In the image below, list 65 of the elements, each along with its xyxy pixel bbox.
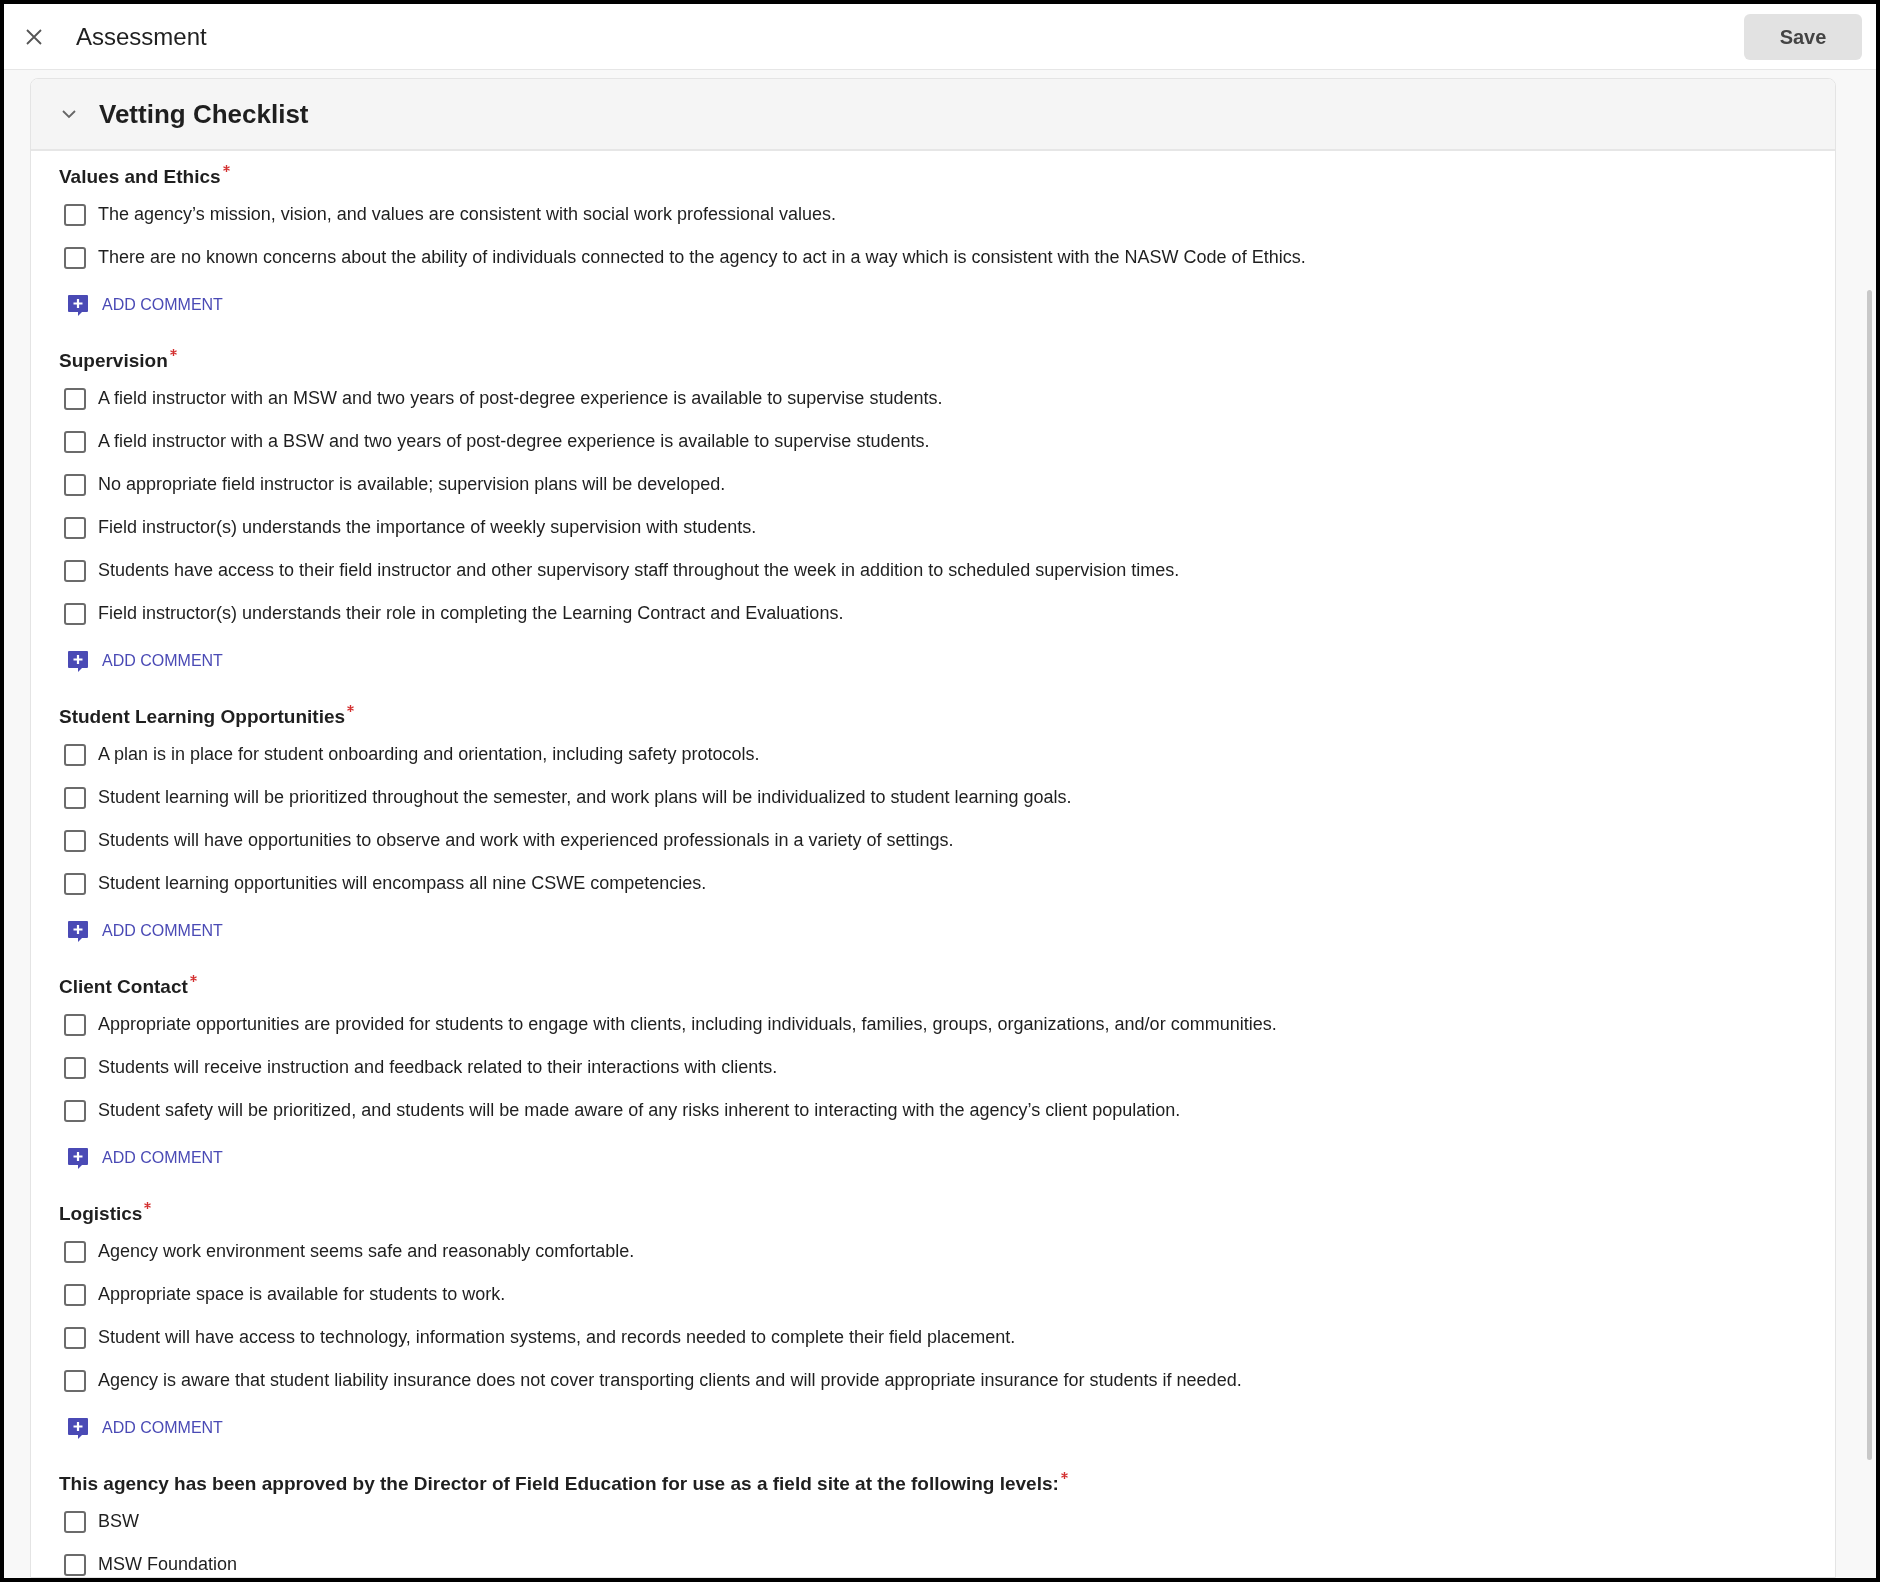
checklist-item-label: No appropriate field instructor is available; supervision plans will be developed.	[98, 473, 726, 496]
checkbox[interactable]	[64, 387, 86, 410]
section-title: Logistics	[59, 1201, 143, 1226]
checkbox[interactable]	[64, 872, 86, 895]
save-button[interactable]: Save	[1744, 13, 1862, 60]
panel-header[interactable]: Vetting Checklist	[31, 79, 1835, 151]
checklist-item-label: Appropriate space is available for students to work.	[98, 1283, 506, 1306]
checklist-item-label: Students have access to their field instructor and other supervisory staff throughout the week in addition to scheduled supervision times.	[98, 559, 1180, 582]
section-title: Values and Ethics	[59, 164, 221, 189]
checklist-item-label: Student safety will be prioritized, and students will be made aware of any risks inherent to interacting with the agency’s client population.	[98, 1099, 1181, 1122]
checklist-item-label: The agency’s mission, vision, and values are consistent with social work professional values.	[98, 203, 837, 226]
checklist-item-label: Student learning opportunities will encompass all nine CSWE competencies.	[98, 872, 707, 895]
checkbox[interactable]	[64, 246, 86, 269]
section-title: Supervision	[59, 348, 168, 373]
checkbox[interactable]	[64, 559, 86, 582]
checkbox[interactable]	[64, 1013, 86, 1036]
checkbox[interactable]	[64, 1240, 86, 1263]
close-icon[interactable]	[24, 26, 44, 47]
add-comment-button[interactable]: ADD COMMENT	[66, 1416, 223, 1440]
add-comment-icon	[66, 649, 90, 673]
checklist-item-label: Agency work environment seems safe and reasonably comfortable.	[98, 1240, 635, 1263]
checkbox[interactable]	[64, 1553, 86, 1576]
add-comment-icon	[66, 293, 90, 317]
panel-title: Vetting Checklist	[99, 97, 309, 131]
checkbox[interactable]	[64, 430, 86, 453]
checklist-item-label: MSW Foundation	[98, 1553, 238, 1576]
checkbox[interactable]	[64, 1099, 86, 1122]
checklist-item-label: Field instructor(s) understands their role in completing the Learning Contract and Evaluations.	[98, 602, 844, 625]
add-comment-icon	[66, 1416, 90, 1440]
checklist-item-label: There are no known concerns about the ability of individuals connected to the agency to act in a way which is consistent with the NASW Code of Ethics.	[98, 246, 1306, 269]
checklist-item-label: Agency is aware that student liability insurance does not cover transporting clients and will provide appropriate insurance for students if needed.	[98, 1369, 1242, 1392]
add-comment-button[interactable]: ADD COMMENT	[66, 919, 223, 943]
section-title: Client Contact	[59, 974, 188, 999]
add-comment-button[interactable]: ADD COMMENT	[66, 649, 223, 673]
window-title: Assessment	[76, 21, 207, 52]
add-comment-icon	[66, 1146, 90, 1170]
checkbox[interactable]	[64, 203, 86, 226]
checkbox[interactable]	[64, 743, 86, 766]
checklist-item-label: Students will have opportunities to observe and work with experienced professionals in a variety of settings.	[98, 829, 954, 852]
add-comment-button[interactable]: ADD COMMENT	[66, 1146, 223, 1170]
checklist-item-label: A plan is in place for student onboarding and orientation, including safety protocols.	[98, 743, 760, 766]
checklist-item-label: Student learning will be prioritized throughout the semester, and work plans will be individualized to student learning goals.	[98, 786, 1072, 809]
checklist-item-label: A field instructor with an MSW and two years of post-degree experience is available to supervise students.	[98, 387, 943, 410]
checklist-item-label: A field instructor with a BSW and two years of post-degree experience is available to supervise students.	[98, 430, 930, 453]
checkbox[interactable]	[64, 473, 86, 496]
checkbox[interactable]	[64, 1056, 86, 1079]
chevron-icon[interactable]	[61, 109, 77, 119]
checklist-item-label: Students will receive instruction and feedback related to their interactions with clients.	[98, 1056, 778, 1079]
add-comment-button[interactable]: ADD COMMENT	[66, 293, 223, 317]
checklist-item-label: Student will have access to technology, information systems, and records needed to complete their field placement.	[98, 1326, 1016, 1349]
add-comment-icon	[66, 919, 90, 943]
checkbox[interactable]	[64, 1283, 86, 1306]
checkbox[interactable]	[64, 1369, 86, 1392]
checklist-item-label: Appropriate opportunities are provided for students to engage with clients, including individuals, families, groups, organizations, and/or communities.	[98, 1013, 1277, 1036]
checkbox[interactable]	[64, 829, 86, 852]
checkbox[interactable]	[64, 516, 86, 539]
section-title: This agency has been approved by the Director of Field Education for use as a field site at the following levels:	[59, 1471, 1059, 1496]
checklist-item-label: BSW	[98, 1510, 139, 1533]
scrollbar[interactable]	[1867, 290, 1872, 1460]
checkbox[interactable]	[64, 1510, 86, 1533]
checkbox[interactable]	[64, 602, 86, 625]
section-title: Student Learning Opportunities	[59, 704, 346, 729]
checkbox[interactable]	[64, 786, 86, 809]
checkbox[interactable]	[64, 1326, 86, 1349]
checklist-item-label: Field instructor(s) understands the importance of weekly supervision with students.	[98, 516, 757, 539]
